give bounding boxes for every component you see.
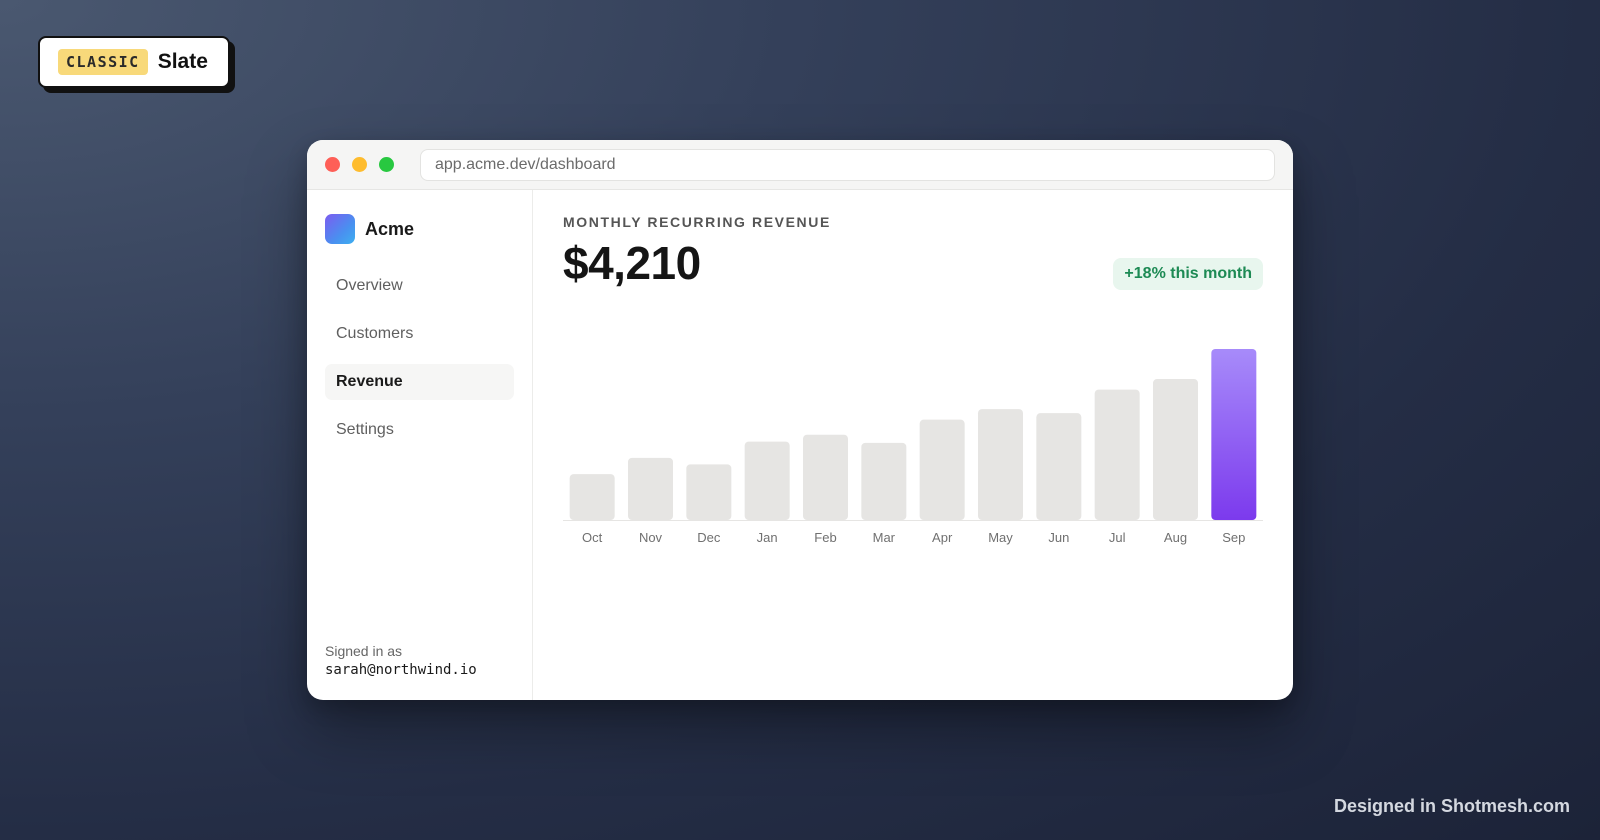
brand-logo-icon	[325, 214, 355, 244]
sidebar-item-label: Customers	[336, 325, 414, 342]
x-tick-label: Mar	[873, 530, 896, 545]
chart-bar-mar	[861, 442, 907, 520]
theme-name: Slate	[157, 50, 208, 73]
x-tick-label: May	[988, 530, 1013, 545]
close-window-button[interactable]	[325, 157, 340, 172]
theme-badge: CLASSIC Slate	[38, 36, 230, 88]
chart-bar-jan	[744, 441, 790, 520]
designed-credit: Designed in Shotmesh.com	[1333, 796, 1570, 816]
chart-bar-dec	[686, 464, 732, 520]
kpi-label: MONTHLY RECURRING REVENUE	[563, 214, 831, 230]
chart-bar-feb	[803, 434, 848, 520]
chart-bar-jun	[1036, 413, 1082, 520]
theme-tag: CLASSIC	[58, 49, 148, 75]
app-content: Acme Overview Customers Revenue Settings…	[307, 190, 1293, 700]
chart-bar-apr	[919, 419, 965, 520]
signed-in-info: Signed in as sarah@northwind.io	[325, 643, 477, 678]
brand[interactable]: Acme	[325, 214, 514, 244]
chart-bar-aug	[1153, 379, 1198, 520]
x-tick-label: Nov	[639, 530, 663, 545]
main-panel: MONTHLY RECURRING REVENUE $4,210 +18% th…	[533, 190, 1293, 700]
maximize-window-button[interactable]	[379, 157, 394, 172]
sidebar-item-label: Revenue	[336, 373, 403, 390]
chart-bar-nov	[628, 457, 673, 520]
x-tick-label: Jan	[757, 530, 778, 545]
signed-in-label: Signed in as	[325, 643, 403, 659]
address-bar-url: app.acme.dev/dashboard	[435, 155, 616, 173]
signed-in-email: sarah@northwind.io	[325, 662, 477, 678]
chart-bar-jul	[1094, 389, 1140, 520]
x-tick-label: Dec	[697, 530, 721, 545]
chart-bar-may	[978, 409, 1023, 520]
title-bar: app.acme.dev/dashboard	[307, 140, 1293, 190]
x-tick-label: Jul	[1109, 530, 1126, 545]
address-bar[interactable]: app.acme.dev/dashboard	[420, 148, 1275, 181]
revenue-bar-chart: Oct Nov Dec Jan Feb Mar Apr May Jun Jul Aug Sep	[563, 349, 1263, 545]
brand-name: Acme	[365, 218, 415, 239]
x-tick-label: Aug	[1164, 530, 1187, 545]
chart-bar-sep	[1211, 349, 1257, 520]
sidebar-item-label: Settings	[336, 421, 394, 438]
sidebar: Acme Overview Customers Revenue Settings…	[307, 190, 533, 700]
minimize-window-button[interactable]	[352, 157, 367, 172]
chart-bar-oct	[569, 474, 615, 520]
sidebar-item-label: Overview	[336, 277, 403, 294]
x-tick-label: Oct	[582, 530, 603, 545]
sidebar-item-customers[interactable]: Customers	[325, 316, 514, 352]
x-tick-label: Jun	[1048, 530, 1069, 545]
sidebar-item-overview[interactable]: Overview	[325, 268, 514, 304]
browser-window: app.acme.dev/dashboard Acme Overview Cus…	[307, 140, 1293, 700]
x-tick-label: Feb	[814, 530, 836, 545]
x-tick-label: Apr	[932, 530, 953, 545]
x-tick-label: Sep	[1222, 530, 1245, 545]
sidebar-item-revenue[interactable]: Revenue	[325, 364, 514, 400]
sidebar-item-settings[interactable]: Settings	[325, 412, 514, 448]
